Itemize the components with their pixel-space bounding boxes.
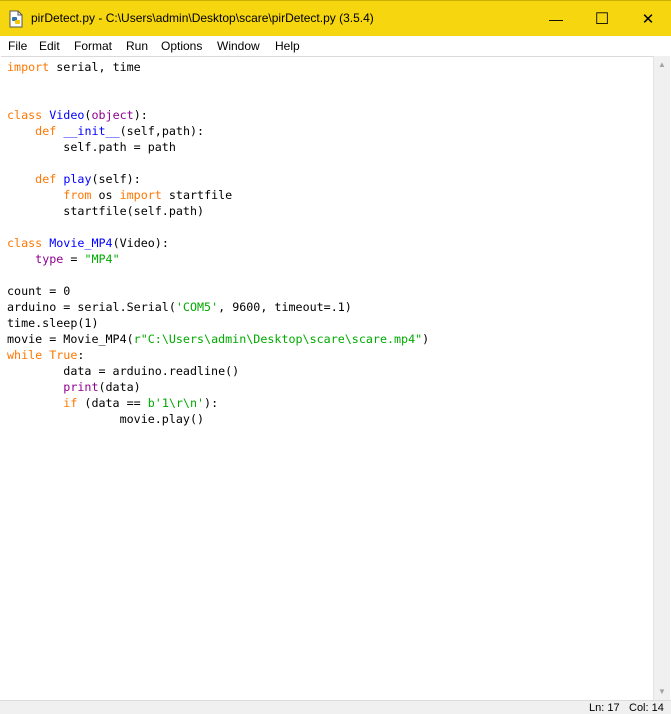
code-token: self.path = path	[7, 140, 176, 154]
close-icon: ✕	[641, 11, 655, 28]
menu-format[interactable]: Format	[74, 39, 112, 53]
code-line[interactable]: type = "MP4"	[7, 251, 429, 267]
minimize-button[interactable]: —	[533, 1, 579, 37]
status-line-number: Ln: 17	[589, 702, 620, 714]
minimize-icon: —	[549, 11, 563, 27]
window-title: pirDetect.py - C:\Users\admin\Desktop\sc…	[31, 11, 374, 25]
code-token: from	[63, 188, 92, 202]
code-token: data = arduino.readline()	[7, 364, 240, 378]
code-line[interactable]: class Video(object):	[7, 107, 429, 123]
code-line[interactable]: while True:	[7, 347, 429, 363]
status-column-number: Col: 14	[629, 702, 664, 714]
code-token: import	[119, 188, 162, 202]
code-token: play	[63, 172, 92, 186]
scroll-down-arrow-icon[interactable]: ▼	[654, 683, 670, 700]
status-bar: Ln: 17 Col: 14	[0, 700, 671, 714]
code-token: Movie_MP4	[49, 236, 113, 250]
code-token: count = 0	[7, 284, 71, 298]
code-token: while	[7, 348, 43, 362]
menu-run[interactable]: Run	[126, 39, 148, 53]
code-token: (self):	[91, 172, 141, 186]
vertical-scrollbar[interactable]: ▲ ▼	[653, 56, 670, 700]
code-token: (self,path):	[119, 124, 205, 138]
code-line[interactable]: arduino = serial.Serial('COM5', 9600, ti…	[7, 299, 429, 315]
code-line[interactable]	[7, 267, 429, 283]
code-token: Video	[49, 108, 85, 122]
code-token: def	[35, 172, 57, 186]
code-token: :	[77, 348, 85, 362]
code-line[interactable]: data = arduino.readline()	[7, 363, 429, 379]
code-token: arduino = serial.Serial(	[7, 300, 176, 314]
code-token: if	[63, 396, 78, 410]
code-line[interactable]: import serial, time	[7, 59, 429, 75]
code-line[interactable]: startfile(self.path)	[7, 203, 429, 219]
title-bar[interactable]: pirDetect.py - C:\Users\admin\Desktop\sc…	[0, 0, 671, 36]
code-token: 'COM5'	[175, 300, 219, 314]
code-line[interactable]	[7, 219, 429, 235]
code-token: class	[7, 108, 43, 122]
code-token: ):	[204, 396, 219, 410]
scroll-up-arrow-icon[interactable]: ▲	[654, 56, 670, 73]
close-button[interactable]: ✕	[625, 1, 671, 37]
code-line[interactable]: class Movie_MP4(Video):	[7, 235, 429, 251]
code-token: (data ==	[77, 396, 148, 410]
code-token: print	[63, 380, 99, 394]
code-token: os	[91, 188, 120, 202]
code-editor[interactable]: import serial, time class Video(object): …	[1, 56, 653, 701]
code-text[interactable]: import serial, time class Video(object): …	[7, 59, 429, 427]
code-token: (Video):	[112, 236, 169, 250]
code-line[interactable]: if (data == b'1\r\n'):	[7, 395, 429, 411]
code-token: time.sleep(1)	[7, 316, 99, 330]
code-token: (data)	[98, 380, 141, 394]
maximize-button[interactable]: ☐	[579, 1, 625, 37]
code-token: b'1\r\n'	[147, 396, 205, 410]
code-line[interactable]	[7, 75, 429, 91]
code-line[interactable]: def play(self):	[7, 171, 429, 187]
code-token: )	[422, 332, 430, 346]
code-token: serial, time	[49, 60, 141, 74]
code-token: True	[49, 348, 78, 362]
code-token: def	[35, 124, 57, 138]
code-line[interactable]: self.path = path	[7, 139, 429, 155]
code-token: import	[7, 60, 50, 74]
menu-edit[interactable]: Edit	[39, 39, 60, 53]
code-line[interactable]: from os import startfile	[7, 187, 429, 203]
code-line[interactable]: movie = Movie_MP4(r"C:\Users\admin\Deskt…	[7, 331, 429, 347]
code-token: movie.play()	[7, 412, 205, 426]
python-file-icon	[9, 10, 23, 28]
code-token: ):	[133, 108, 148, 122]
code-token: class	[7, 236, 43, 250]
code-token: movie = Movie_MP4(	[7, 332, 134, 346]
code-token: object	[91, 108, 134, 122]
code-line[interactable]: movie.play()	[7, 411, 429, 427]
code-token: type	[35, 252, 64, 266]
code-line[interactable]: time.sleep(1)	[7, 315, 429, 331]
code-token: startfile(self.path)	[7, 204, 205, 218]
menu-help[interactable]: Help	[275, 39, 300, 53]
menu-file[interactable]: File	[8, 39, 27, 53]
code-token: =	[63, 252, 85, 266]
code-token: r"C:\Users\admin\Desktop\scare\scare.mp4…	[133, 332, 423, 346]
code-line[interactable]: print(data)	[7, 379, 429, 395]
maximize-icon: ☐	[594, 11, 610, 28]
menu-options[interactable]: Options	[161, 39, 202, 53]
menu-bar: File Edit Format Run Options Window Help	[0, 36, 671, 56]
code-token: "MP4"	[84, 252, 120, 266]
code-token: , 9600, timeout=.1)	[218, 300, 352, 314]
code-token: __init__	[63, 124, 120, 138]
code-line[interactable]	[7, 91, 429, 107]
menu-window[interactable]: Window	[217, 39, 260, 53]
code-line[interactable]	[7, 155, 429, 171]
code-line[interactable]: def __init__(self,path):	[7, 123, 429, 139]
code-line[interactable]: count = 0	[7, 283, 429, 299]
code-token: startfile	[161, 188, 233, 202]
